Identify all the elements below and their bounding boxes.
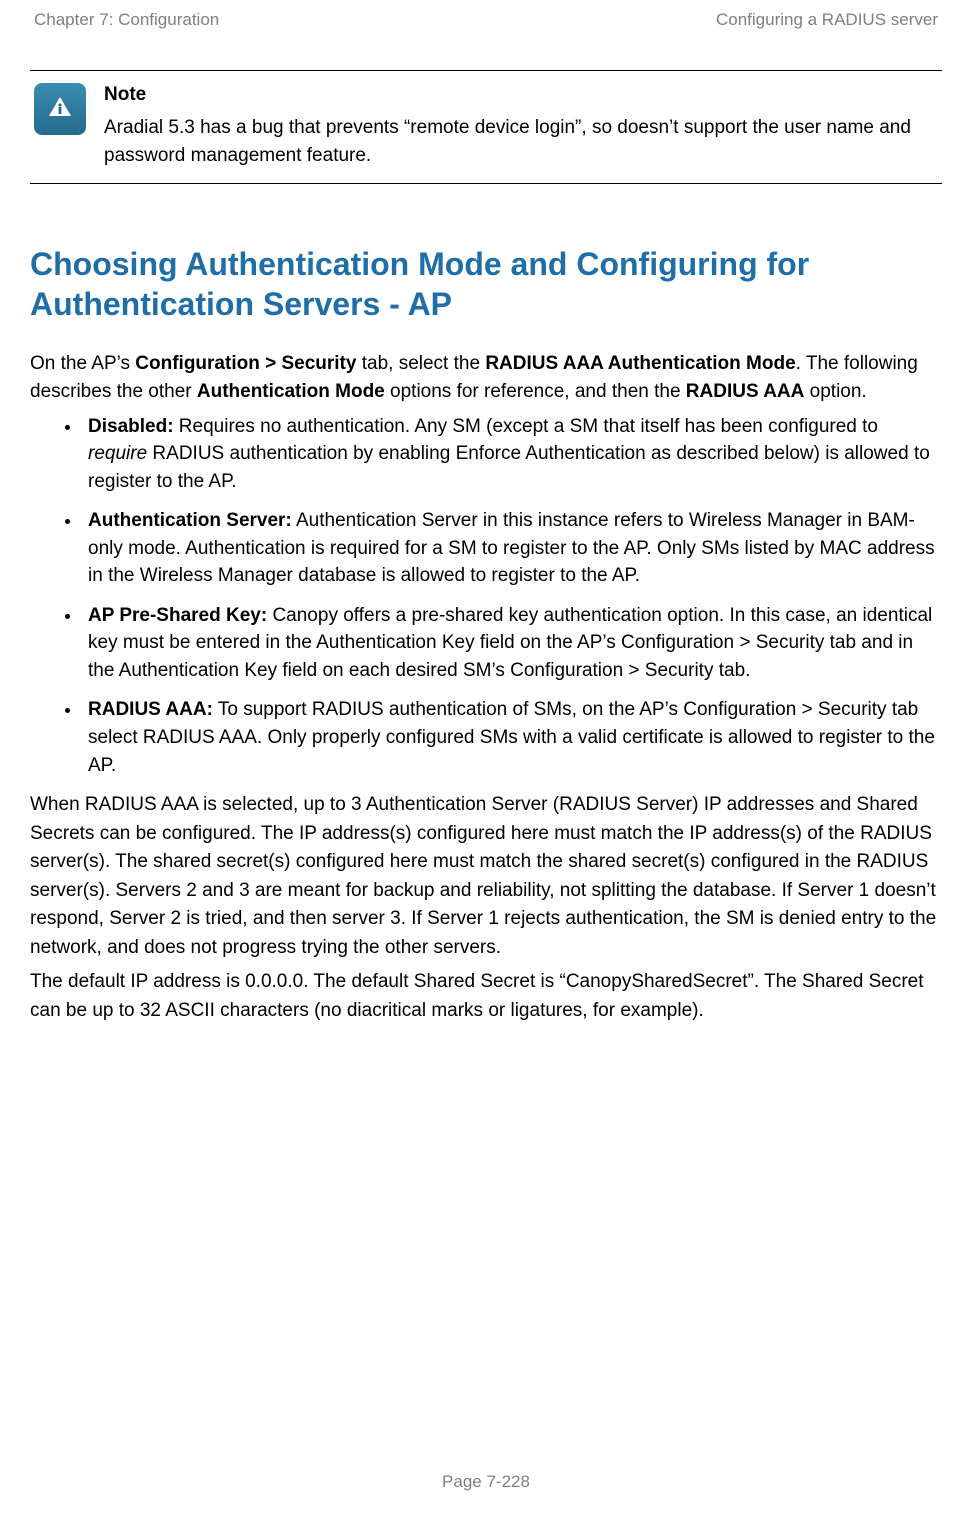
item-text: RADIUS authentication by enabling Enforc… — [88, 443, 930, 492]
text: tab, select the — [356, 353, 485, 374]
list-item: AP Pre-Shared Key: Canopy offers a pre-s… — [82, 602, 942, 685]
item-text: To support RADIUS authentication of SMs,… — [88, 699, 935, 775]
item-italic: require — [88, 443, 147, 464]
body-paragraph-radius-aaa: When RADIUS AAA is selected, up to 3 Aut… — [30, 791, 942, 962]
page-header: Chapter 7: Configuration Configuring a R… — [30, 10, 942, 30]
text-bold: Configuration > Security — [135, 353, 356, 374]
intro-paragraph: On the AP’s Configuration > Security tab… — [30, 350, 942, 407]
item-label: RADIUS AAA: — [88, 699, 213, 720]
item-label: AP Pre-Shared Key: — [88, 605, 267, 626]
header-chapter: Chapter 7: Configuration — [34, 10, 219, 30]
item-label: Disabled: — [88, 416, 174, 437]
page-footer: Page 7-228 — [0, 1472, 972, 1492]
text-bold: RADIUS AAA — [686, 381, 805, 402]
text: On the AP’s — [30, 353, 135, 374]
item-text: Requires no authentication. Any SM (exce… — [174, 416, 878, 437]
note-content: Note Aradial 5.3 has a bug that prevents… — [104, 81, 938, 171]
text-bold: Authentication Mode — [197, 381, 385, 402]
list-item: RADIUS AAA: To support RADIUS authentica… — [82, 696, 942, 779]
section-heading: Choosing Authentication Mode and Configu… — [30, 244, 942, 324]
note-title: Note — [104, 81, 938, 110]
list-item: Authentication Server: Authentication Se… — [82, 507, 942, 590]
header-section: Configuring a RADIUS server — [716, 10, 938, 30]
item-label: Authentication Server: — [88, 510, 292, 531]
text: option. — [804, 381, 866, 402]
bullet-list: Disabled: Requires no authentication. An… — [30, 413, 942, 780]
note-icon — [34, 83, 86, 135]
text-bold: RADIUS AAA Authentication Mode — [485, 353, 795, 374]
text: options for reference, and then the — [385, 381, 686, 402]
list-item: Disabled: Requires no authentication. An… — [82, 413, 942, 496]
note-callout: Note Aradial 5.3 has a bug that prevents… — [30, 70, 942, 184]
note-body: Aradial 5.3 has a bug that prevents “rem… — [104, 114, 938, 171]
body-paragraph-defaults: The default IP address is 0.0.0.0. The d… — [30, 968, 942, 1025]
